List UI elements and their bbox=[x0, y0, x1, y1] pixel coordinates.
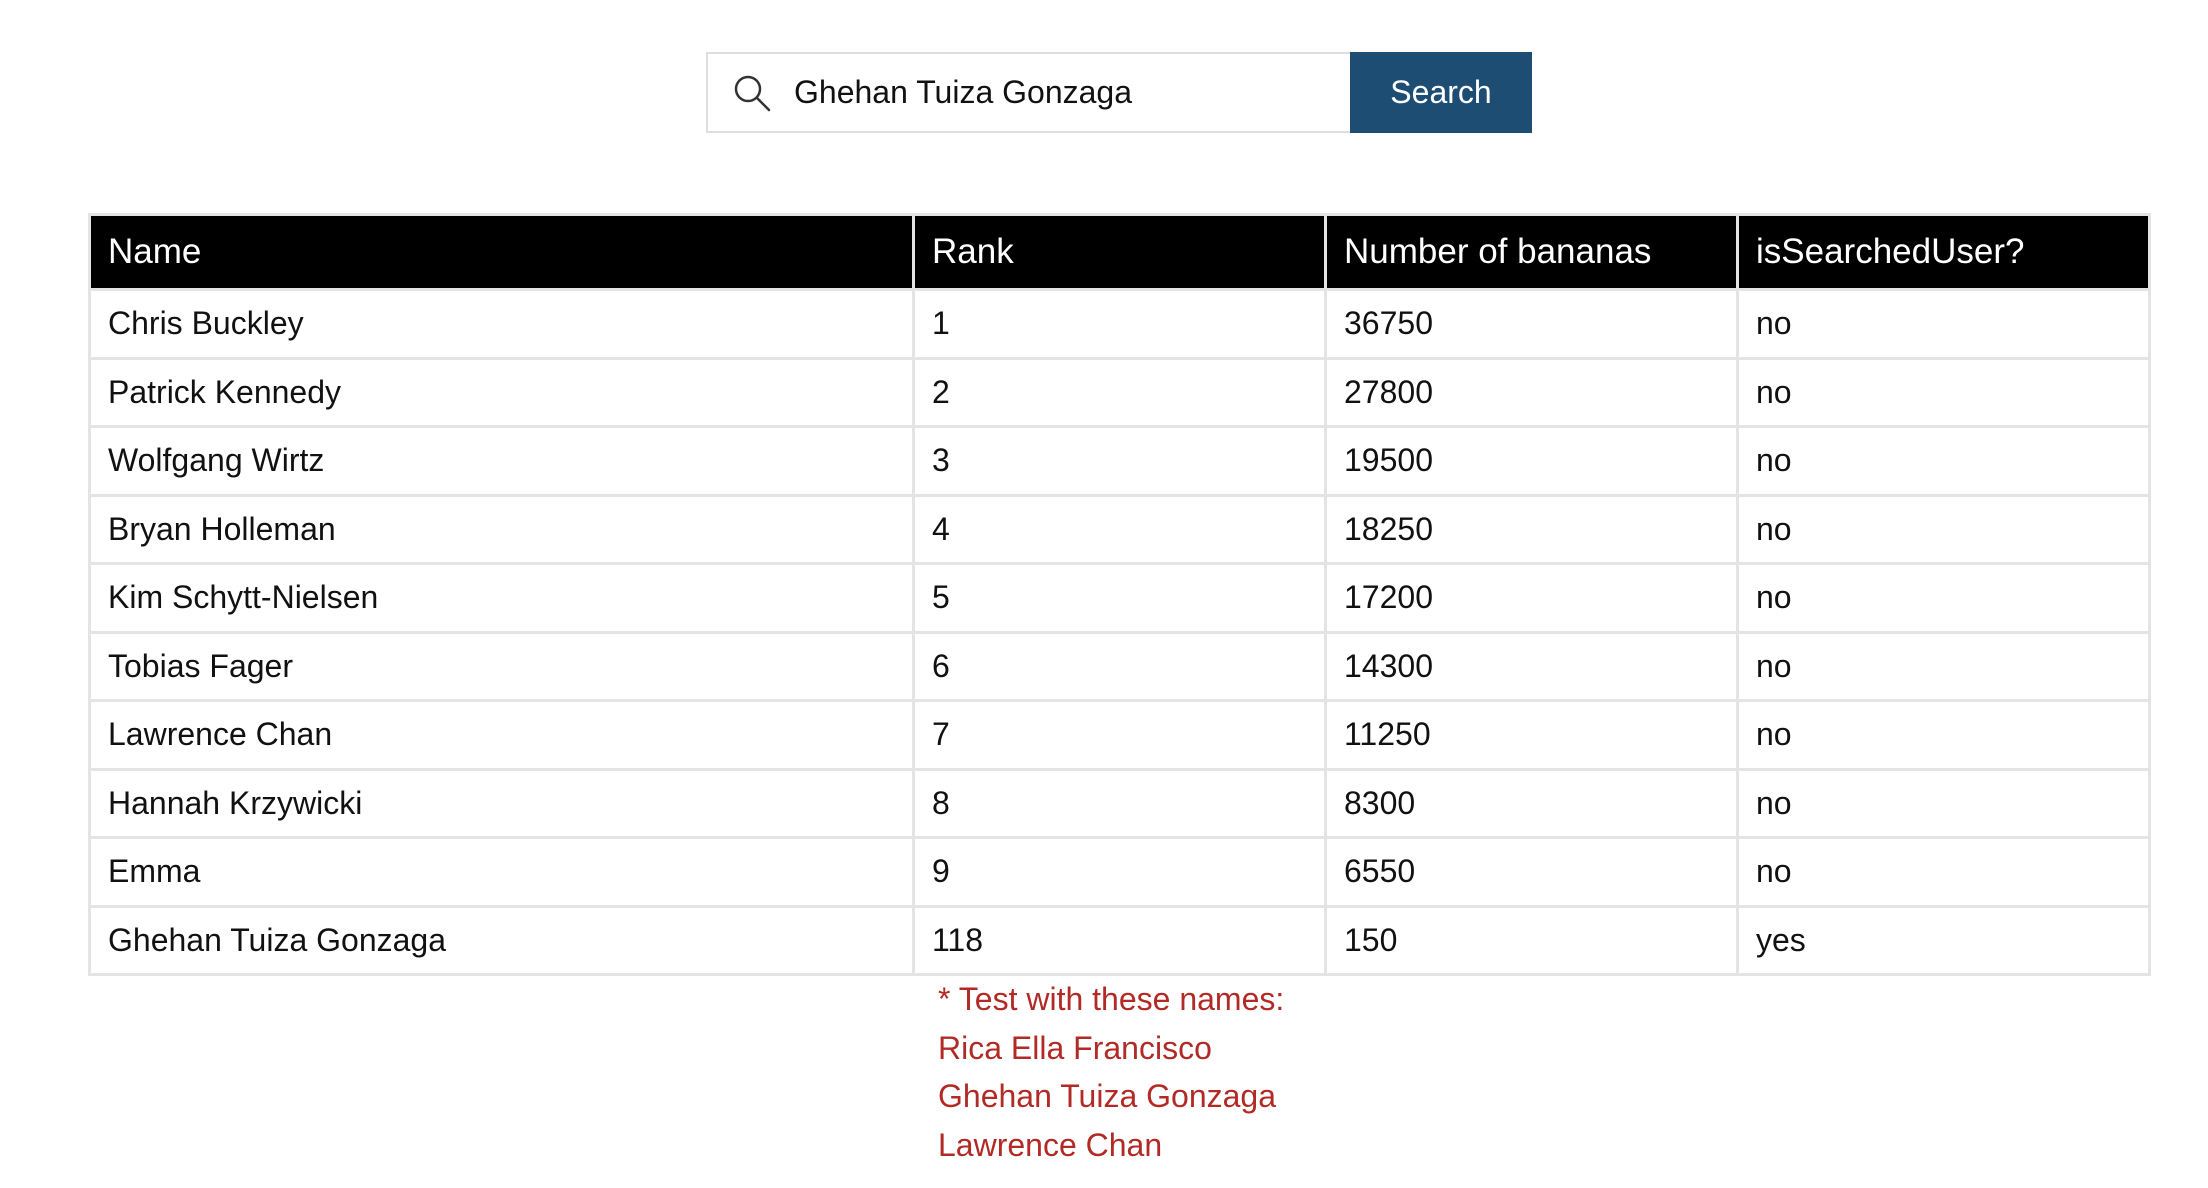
search-icon bbox=[732, 73, 772, 113]
cell-rank: 7 bbox=[912, 699, 1327, 771]
cell-name: Bryan Holleman bbox=[88, 493, 915, 565]
cell-rank: 118 bbox=[912, 904, 1327, 976]
cell-rank: 2 bbox=[912, 356, 1327, 428]
cell-name: Ghehan Tuiza Gonzaga bbox=[88, 904, 915, 976]
table-row: Bryan Holleman 4 18250 no bbox=[88, 493, 2151, 565]
table-row: Wolfgang Wirtz 3 19500 no bbox=[88, 425, 2151, 497]
cell-bananas: 36750 bbox=[1324, 288, 1739, 360]
cell-bananas: 27800 bbox=[1324, 356, 1739, 428]
note-name-item: Ghehan Tuiza Gonzaga bbox=[938, 1078, 1277, 1114]
cell-is-searched-user: no bbox=[1736, 836, 2151, 908]
header-bananas: Number of bananas bbox=[1324, 213, 1739, 291]
table-row: Tobias Fager 6 14300 no bbox=[88, 630, 2151, 702]
cell-rank: 4 bbox=[912, 493, 1327, 565]
test-names-note: * Test with these names: Rica Ella Franc… bbox=[938, 975, 1284, 1169]
table-header-row: Name Rank Number of bananas isSearchedUs… bbox=[88, 213, 2151, 291]
table-row: Emma 9 6550 no bbox=[88, 836, 2151, 908]
cell-is-searched-user: no bbox=[1736, 767, 2151, 839]
cell-rank: 5 bbox=[912, 562, 1327, 634]
cell-rank: 8 bbox=[912, 767, 1327, 839]
cell-bananas: 6550 bbox=[1324, 836, 1739, 908]
cell-rank: 9 bbox=[912, 836, 1327, 908]
cell-bananas: 8300 bbox=[1324, 767, 1739, 839]
cell-bananas: 150 bbox=[1324, 904, 1739, 976]
table-row: Kim Schytt-Nielsen 5 17200 no bbox=[88, 562, 2151, 634]
cell-name: Hannah Krzywicki bbox=[88, 767, 915, 839]
note-name-item: Rica Ella Francisco bbox=[938, 1029, 1212, 1066]
cell-is-searched-user: no bbox=[1736, 699, 2151, 771]
search-input[interactable] bbox=[794, 54, 1350, 131]
cell-bananas: 14300 bbox=[1324, 630, 1739, 702]
cell-name: Patrick Kennedy bbox=[88, 356, 915, 428]
cell-rank: 6 bbox=[912, 630, 1327, 702]
cell-rank: 1 bbox=[912, 288, 1327, 360]
cell-rank: 3 bbox=[912, 425, 1327, 497]
cell-name: Wolfgang Wirtz bbox=[88, 425, 915, 497]
cell-is-searched-user: no bbox=[1736, 630, 2151, 702]
cell-is-searched-user: yes bbox=[1736, 904, 2151, 976]
table-row: Hannah Krzywicki 8 8300 no bbox=[88, 767, 2151, 839]
leaderboard-table: Name Rank Number of bananas isSearchedUs… bbox=[88, 213, 2151, 976]
search-field[interactable] bbox=[706, 52, 1350, 133]
cell-is-searched-user: no bbox=[1736, 288, 2151, 360]
cell-name: Lawrence Chan bbox=[88, 699, 915, 771]
page: Search Name Rank Number of bananas isSea… bbox=[0, 0, 2208, 1188]
table-row: Lawrence Chan 7 11250 no bbox=[88, 699, 2151, 771]
search-bar: Search bbox=[706, 52, 1532, 133]
cell-is-searched-user: no bbox=[1736, 356, 2151, 428]
note-name-item: Lawrence Chan bbox=[938, 1126, 1163, 1163]
cell-bananas: 19500 bbox=[1324, 425, 1739, 497]
header-is-searched-user: isSearchedUser? bbox=[1736, 213, 2151, 291]
cell-is-searched-user: no bbox=[1736, 425, 2151, 497]
cell-name: Emma bbox=[88, 836, 915, 908]
cell-name: Kim Schytt-Nielsen bbox=[88, 562, 915, 634]
note-heading: * Test with these names: bbox=[938, 981, 1285, 1017]
cell-is-searched-user: no bbox=[1736, 493, 2151, 565]
cell-name: Tobias Fager bbox=[88, 630, 915, 702]
table-row: Patrick Kennedy 2 27800 no bbox=[88, 356, 2151, 428]
cell-name: Chris Buckley bbox=[88, 288, 915, 360]
cell-bananas: 18250 bbox=[1324, 493, 1739, 565]
header-rank: Rank bbox=[912, 213, 1327, 291]
cell-bananas: 11250 bbox=[1324, 699, 1739, 771]
table-row: Chris Buckley 1 36750 no bbox=[88, 288, 2151, 360]
cell-is-searched-user: no bbox=[1736, 562, 2151, 634]
cell-bananas: 17200 bbox=[1324, 562, 1739, 634]
search-button[interactable]: Search bbox=[1350, 52, 1532, 133]
header-name: Name bbox=[88, 213, 915, 291]
table-row-searched-user: Ghehan Tuiza Gonzaga 118 150 yes bbox=[88, 904, 2151, 976]
